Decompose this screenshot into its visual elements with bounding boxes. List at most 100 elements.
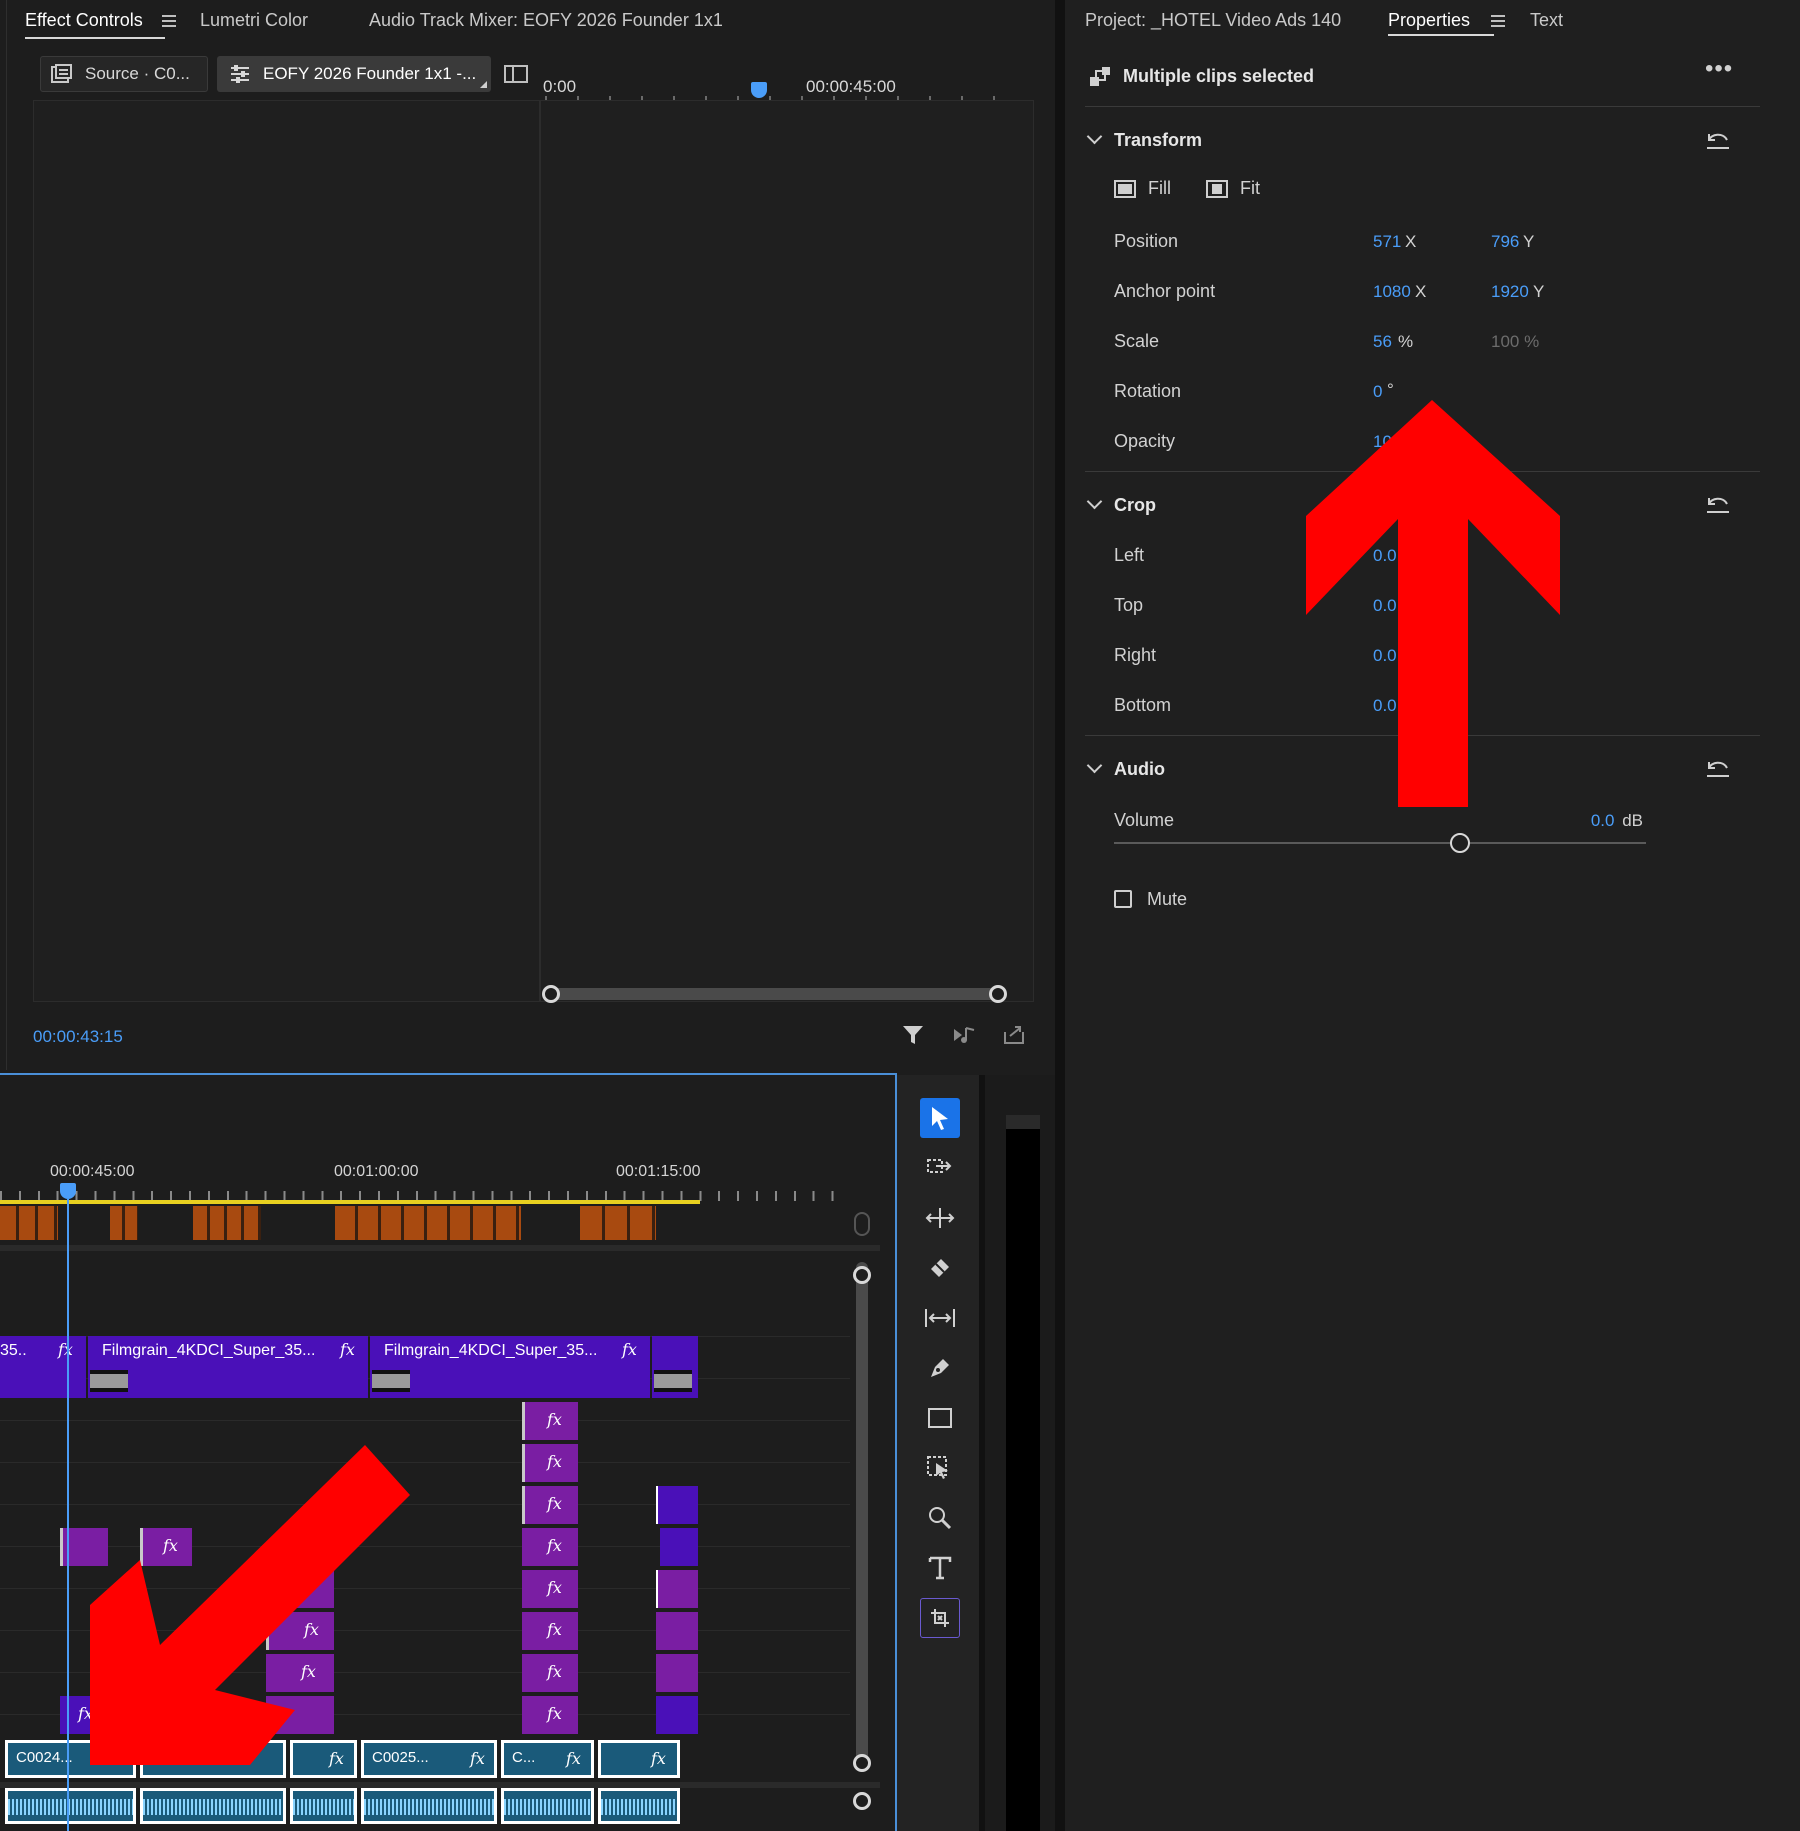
scale-height-value[interactable]: 100 % <box>1491 332 1539 352</box>
clip-violet[interactable] <box>656 1696 698 1734</box>
ec-scroll-handle-right[interactable] <box>989 985 1007 1003</box>
clip-filmgrain[interactable]: Filmgrain_4KDCI_Super_35... fx <box>370 1336 650 1398</box>
clip-teal[interactable]: C... fx <box>501 1740 594 1778</box>
clip-magenta[interactable]: fx <box>522 1570 578 1608</box>
clip-thumbnail <box>372 1370 410 1392</box>
clip-magenta[interactable]: fx <box>522 1528 578 1566</box>
audio-clip[interactable] <box>290 1788 357 1824</box>
timeline-scrollbar[interactable] <box>856 1262 868 1762</box>
ec-current-time[interactable]: 00:00:43:15 <box>33 1027 123 1047</box>
fill-icon <box>1114 179 1136 198</box>
panel-menu-icon[interactable] <box>1491 12 1506 30</box>
marker[interactable] <box>335 1206 521 1240</box>
ripple-edit-icon <box>925 1208 955 1228</box>
volume-slider-thumb[interactable] <box>1449 833 1470 853</box>
zoom-button[interactable] <box>854 1212 870 1236</box>
marker[interactable] <box>0 1206 58 1240</box>
slip-tool[interactable] <box>920 1298 960 1338</box>
clip-magenta[interactable] <box>656 1612 698 1650</box>
panel-menu-icon[interactable] <box>161 12 176 30</box>
reset-icon[interactable] <box>1705 494 1731 514</box>
sequence-tab[interactable]: EOFY 2026 Founder 1x1 -... <box>217 56 491 92</box>
tab-text[interactable]: Text <box>1530 10 1563 31</box>
audio-clip[interactable] <box>140 1788 286 1824</box>
track-select-icon <box>927 1159 952 1173</box>
audio-clip[interactable] <box>5 1788 136 1824</box>
tab-properties[interactable]: Properties <box>1388 10 1506 31</box>
clip-violet[interactable] <box>656 1486 698 1524</box>
fx-badge: fx <box>547 1452 562 1471</box>
clip-magenta[interactable] <box>656 1654 698 1692</box>
timeline-scroll-handle-top[interactable] <box>853 1266 871 1284</box>
more-icon[interactable]: ••• <box>1705 57 1733 81</box>
marker[interactable] <box>580 1206 656 1240</box>
panel-toggle-icon[interactable] <box>504 64 528 84</box>
section-title-audio[interactable]: Audio <box>1114 759 1165 780</box>
play-audio-icon[interactable] <box>952 1026 978 1044</box>
selection-tool[interactable] <box>920 1098 960 1138</box>
remix-tool[interactable] <box>920 1598 960 1638</box>
timeline-ruler-label: 00:01:00:00 <box>334 1163 419 1180</box>
volume-unit: dB <box>1622 811 1643 830</box>
clip-purple[interactable]: 35.. fx <box>0 1336 86 1398</box>
audio-clip[interactable] <box>501 1788 594 1824</box>
clip-magenta[interactable]: fx <box>522 1486 578 1524</box>
clip-violet[interactable] <box>660 1528 698 1566</box>
position-y[interactable]: 796 <box>1491 232 1519 252</box>
clip-label: C... <box>512 1749 536 1766</box>
export-icon[interactable] <box>1002 1024 1026 1046</box>
audio-scroll-handle[interactable] <box>853 1792 871 1810</box>
mute-checkbox[interactable] <box>1114 890 1132 908</box>
ripple-edit-tool[interactable] <box>920 1198 960 1238</box>
type-tool[interactable] <box>920 1548 960 1588</box>
clip-filmgrain[interactable]: Filmgrain_4KDCI_Super_35... fx <box>88 1336 368 1398</box>
fill-label: Fill <box>1148 178 1171 198</box>
position-x[interactable]: 571 <box>1373 232 1401 252</box>
fit-button[interactable]: Fit <box>1206 178 1260 199</box>
audio-clip[interactable] <box>598 1788 680 1824</box>
section-title-crop[interactable]: Crop <box>1114 495 1156 516</box>
timeline-playhead-head[interactable] <box>60 1183 76 1199</box>
timeline-scroll-handle-bottom[interactable] <box>853 1754 871 1772</box>
tab-project[interactable]: Project: _HOTEL Video Ads 140 <box>1085 10 1341 31</box>
tab-effect-controls[interactable]: Effect Controls <box>25 10 176 31</box>
ec-playhead[interactable] <box>751 82 767 98</box>
marker[interactable] <box>193 1206 261 1240</box>
properties-panel <box>1065 0 1800 1831</box>
clip-teal[interactable]: fx <box>598 1740 680 1778</box>
ec-zoom-scrollbar[interactable] <box>551 988 997 1000</box>
zoom-tool[interactable] <box>920 1498 960 1538</box>
clip-magenta[interactable]: fx <box>522 1696 578 1734</box>
tab-lumetri-color[interactable]: Lumetri Color <box>200 10 308 31</box>
track-select-tool[interactable] <box>920 1148 960 1188</box>
clip-magenta[interactable]: fx <box>522 1444 578 1482</box>
anchor-y[interactable]: 1920 <box>1491 282 1529 302</box>
anchor-x[interactable]: 1080 <box>1373 282 1411 302</box>
reset-icon[interactable] <box>1705 758 1731 778</box>
clip-magenta[interactable]: fx <box>522 1612 578 1650</box>
divider <box>1085 106 1760 107</box>
source-tab[interactable]: Source · C0... <box>40 56 208 92</box>
volume-value[interactable]: 0.0 <box>1591 811 1615 830</box>
audio-meter <box>1006 1115 1040 1831</box>
volume-slider-track[interactable] <box>1114 842 1646 844</box>
ec-scroll-handle-left[interactable] <box>542 985 560 1003</box>
fx-badge: fx <box>547 1536 562 1555</box>
clip-purple-end[interactable] <box>652 1336 698 1398</box>
clip-magenta[interactable]: fx <box>522 1654 578 1692</box>
section-title-transform[interactable]: Transform <box>1114 130 1202 151</box>
pen-tool[interactable] <box>920 1348 960 1388</box>
audio-clip[interactable] <box>361 1788 497 1824</box>
razor-tool[interactable] <box>920 1248 960 1288</box>
tab-audio-track-mixer[interactable]: Audio Track Mixer: EOFY 2026 Founder 1x1 <box>369 10 723 31</box>
marker[interactable] <box>110 1206 138 1240</box>
reset-icon[interactable] <box>1705 130 1731 150</box>
clip-magenta[interactable]: fx <box>522 1402 578 1440</box>
filter-icon[interactable] <box>902 1024 924 1046</box>
fill-button[interactable]: Fill <box>1114 178 1171 199</box>
rectangle-tool[interactable] <box>920 1398 960 1438</box>
fx-badge: fx <box>622 1340 637 1359</box>
hand-tool[interactable] <box>920 1448 960 1488</box>
clip-magenta[interactable] <box>656 1570 698 1608</box>
scale-value[interactable]: 56 <box>1373 332 1392 352</box>
